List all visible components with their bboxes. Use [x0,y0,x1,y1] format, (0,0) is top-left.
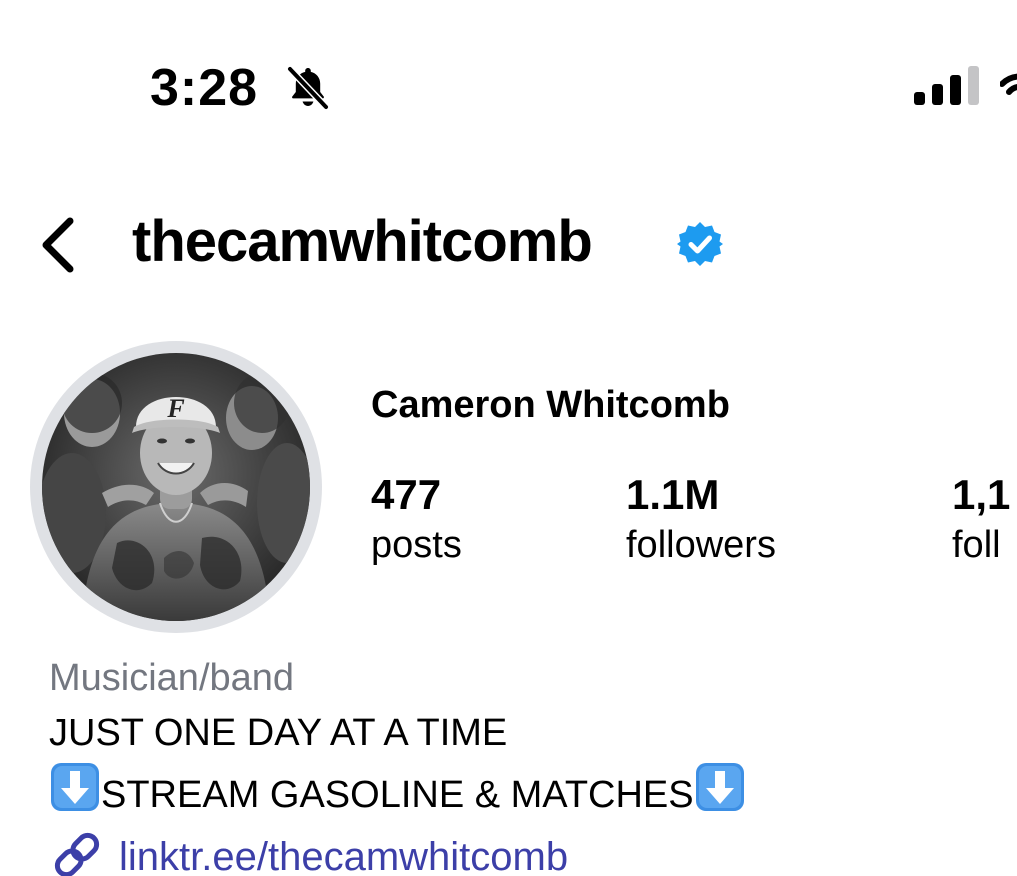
bell-slash-icon [286,65,330,111]
avatar[interactable]: F [30,341,322,633]
down-arrow-emoji-icon [51,763,99,811]
posts-count-value: 477 [371,471,442,518]
profile-category: Musician/band [49,657,295,699]
wifi-icon [1000,73,1017,95]
followers-count-label: followers [626,524,776,566]
profile-screen: 3:28 thecamwhitcomb F Cameron Whitcomb 4… [0,0,1017,876]
profile-photo: F [42,353,310,621]
followers-count-value: 1.1M [626,471,720,518]
posts-count-label: posts [371,524,462,566]
status-time: 3:28 [150,59,259,117]
verified-badge-icon [677,222,723,266]
posts-count[interactable]: 477 posts [371,470,462,570]
cellular-signal-icon [914,66,979,105]
profile-link-text: linktr.ee/thecamwhitcomb [119,835,569,876]
bio-line-2-text: STREAM GASOLINE & MATCHES [101,774,694,816]
following-count-value: 1,1 [952,471,1011,518]
following-count[interactable]: 1,1 foll [952,470,1010,570]
profile-full-name: Cameron Whitcomb [371,384,730,426]
bio-line-2: STREAM GASOLINE & MATCHES [49,761,746,820]
bio-line-1: JUST ONE DAY AT A TIME [49,708,507,758]
link-icon [54,832,100,876]
svg-text:F: F [166,394,184,423]
chevron-left-icon[interactable] [36,215,84,275]
profile-link[interactable]: linktr.ee/thecamwhitcomb [49,830,568,876]
bio-line-1-text: JUST ONE DAY AT A TIME [49,712,508,754]
profile-username: thecamwhitcomb [132,209,593,274]
down-arrow-emoji-icon [695,763,744,811]
following-count-label: foll [952,524,1001,566]
followers-count[interactable]: 1.1M followers [626,470,776,570]
